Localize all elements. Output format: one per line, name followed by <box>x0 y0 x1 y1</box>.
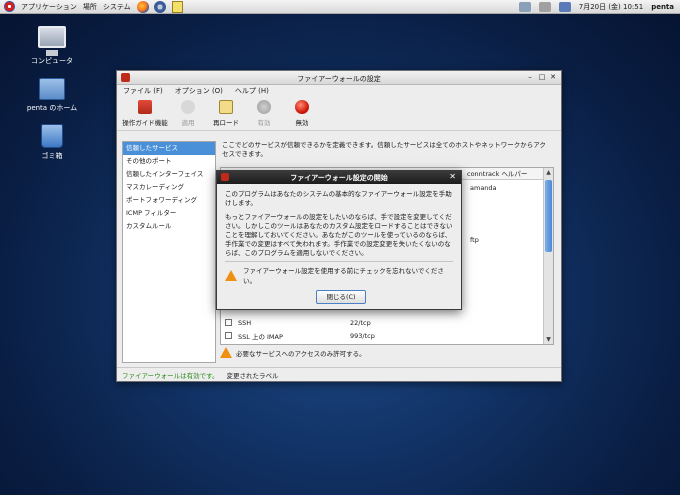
dialog-separator <box>225 261 453 262</box>
dialog-warning-text: ファイアーウォール設定を使用する前にチェックを忘れないでください。 <box>243 267 444 285</box>
table-row[interactable]: SSL 上の IMAP 993/tcp <box>221 329 543 342</box>
startup-dialog: ファイアーウォール設定の開始 ✕ このプログラムはあなたのシステムの基本的なファ… <box>216 170 462 310</box>
sidebar-item-trusted-interfaces[interactable]: 信頼したインターフェイス <box>123 168 215 181</box>
enable-icon <box>257 100 271 114</box>
clock[interactable]: 7月20日 (金) 10:51 <box>579 2 643 12</box>
menu-file[interactable]: ファイル (F) <box>123 86 163 96</box>
close-icon[interactable]: ✕ <box>548 73 558 81</box>
menu-help[interactable]: ヘルプ (H) <box>235 86 269 96</box>
enable-button[interactable]: 有効 <box>245 97 283 130</box>
menubar: ファイル (F) オプション (O) ヘルプ (H) <box>117 85 561 97</box>
dialog-title: ファイアーウォール設定の開始 <box>290 174 388 182</box>
mail-client-icon[interactable] <box>153 0 166 13</box>
home-folder-icon <box>39 78 65 100</box>
network-icon[interactable] <box>518 2 531 12</box>
table-scrollbar[interactable]: ▲ ▼ <box>543 168 553 344</box>
toolbar: 操作ガイド機能 適用 再ロード 有効 無効 <box>117 97 561 131</box>
warning-icon <box>220 347 232 358</box>
statusbar: ファイアーウォールは有効です。 変更されたラベル <box>117 367 561 381</box>
service-name: SSH <box>238 318 252 327</box>
warning-text: 必要なサービスへのアクセスのみ許可する。 <box>236 349 366 358</box>
service-port: 993/tcp <box>350 331 375 340</box>
wizard-icon <box>138 100 152 114</box>
desktop-home[interactable]: penta のホーム <box>22 78 82 113</box>
computer-icon <box>38 26 66 56</box>
text-editor-icon[interactable] <box>171 0 183 13</box>
wizard-label: 操作ガイド機能 <box>122 119 168 127</box>
menu-places[interactable]: 場所 <box>83 2 97 12</box>
service-helper: ftp <box>470 235 479 244</box>
desktop-icon-label: コンピュータ <box>31 57 73 65</box>
firefox-icon[interactable] <box>136 0 149 13</box>
desktop-trash[interactable]: ゴミ箱 <box>22 124 82 161</box>
reload-icon <box>219 100 233 114</box>
warning-icon <box>225 269 237 281</box>
sidebar-item-custom-rules[interactable]: カスタムルール <box>123 220 215 233</box>
enable-label: 有効 <box>257 119 271 127</box>
disable-label: 無効 <box>295 119 309 127</box>
minimize-icon[interactable]: – <box>525 73 535 81</box>
disable-icon <box>295 100 309 114</box>
window-titlebar[interactable]: ファイアーウォールの設定 – □ ✕ <box>117 71 561 85</box>
scroll-up-icon[interactable]: ▲ <box>544 168 553 177</box>
gnome-foot-icon[interactable] <box>4 1 15 12</box>
sidebar-item-icmp-filter[interactable]: ICMP フィルター <box>123 207 215 220</box>
sidebar-item-masquerading[interactable]: マスカレーディング <box>123 181 215 194</box>
disable-button[interactable]: 無効 <box>283 97 321 130</box>
reload-button[interactable]: 再ロード <box>207 97 245 130</box>
menu-applications[interactable]: アプリケーション <box>21 2 77 12</box>
service-checkbox[interactable] <box>225 319 232 326</box>
window-title: ファイアーウォールの設定 <box>297 75 381 83</box>
changed-label: 変更されたラベル <box>226 371 279 380</box>
category-list: 信頼したサービス その他のポート 信頼したインターフェイス マスカレーディング … <box>122 141 216 363</box>
menu-options[interactable]: オプション (O) <box>175 86 223 96</box>
dialog-close-icon[interactable]: ✕ <box>449 172 456 181</box>
service-port: 22/tcp <box>350 318 371 327</box>
dialog-paragraph-1: このプログラムはあなたのシステムの基本的なファイアーウォール設定を手助けします。 <box>225 190 452 207</box>
firewall-status: ファイアーウォールは有効です。 <box>122 371 219 380</box>
display-icon[interactable] <box>558 2 571 12</box>
top-panel: アプリケーション 場所 システム 7月20日 (金) 10:51 penta <box>0 0 680 14</box>
services-description: ここでどのサービスが信頼できるかを定義できます。信頼したサービスは全てのホストや… <box>222 141 546 158</box>
desktop-icon-label: penta のホーム <box>26 104 78 112</box>
scroll-down-icon[interactable]: ▼ <box>544 335 553 344</box>
trash-icon <box>41 124 63 148</box>
service-name: SSL 上の IMAP <box>238 332 283 341</box>
checkmark-icon <box>181 100 195 114</box>
wizard-button[interactable]: 操作ガイド機能 <box>121 97 169 130</box>
table-row[interactable]: SSH 22/tcp <box>221 316 543 329</box>
dialog-warning: ファイアーウォール設定を使用する前にチェックを忘れないでください。 <box>217 265 461 285</box>
dialog-titlebar[interactable]: ファイアーウォール設定の開始 ✕ <box>217 171 461 184</box>
menu-system[interactable]: システム <box>103 2 131 12</box>
header-helper[interactable]: conntrack ヘルパー <box>463 168 527 179</box>
service-checkbox[interactable] <box>225 332 232 339</box>
sidebar-item-other-ports[interactable]: その他のポート <box>123 155 215 168</box>
apply-button[interactable]: 適用 <box>169 97 207 130</box>
desktop-icon-label: ゴミ箱 <box>41 152 63 160</box>
close-button[interactable]: 閉じる(C) <box>316 290 366 304</box>
service-helper: amanda <box>470 183 497 192</box>
system-tray: 7月20日 (金) 10:51 penta <box>518 0 680 14</box>
reload-label: 再ロード <box>213 119 239 127</box>
apply-label: 適用 <box>181 119 195 127</box>
maximize-icon[interactable]: □ <box>537 73 547 81</box>
services-warning: 必要なサービスへのアクセスのみ許可する。 <box>220 347 366 358</box>
scrollbar-thumb[interactable] <box>545 180 552 252</box>
volume-icon[interactable] <box>538 2 551 12</box>
desktop-computer[interactable]: コンピュータ <box>22 26 82 66</box>
sidebar-item-trusted-services[interactable]: 信頼したサービス <box>123 142 215 155</box>
sidebar-item-port-forwarding[interactable]: ポートフォワーディング <box>123 194 215 207</box>
user-menu[interactable]: penta <box>651 3 674 11</box>
dialog-paragraph-2: もっとファイアーウォールの設定をしたいのならば、手で設定を変更してください。しか… <box>225 213 453 257</box>
